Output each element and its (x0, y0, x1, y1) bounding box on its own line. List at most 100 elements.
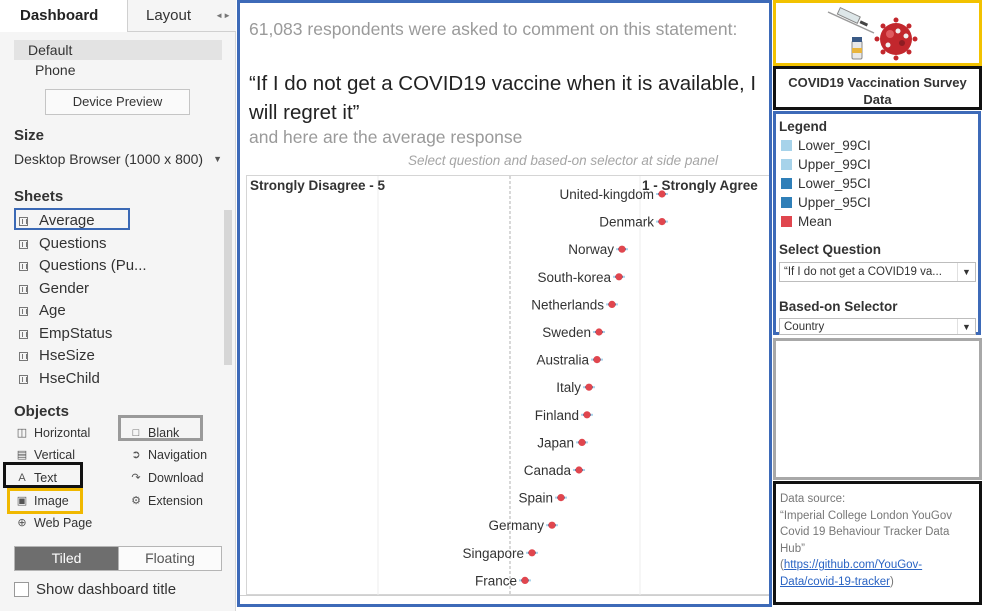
caret-down-icon: ▼ (957, 263, 975, 281)
device-default[interactable]: Default (14, 40, 222, 60)
tab-layout[interactable]: Layout ◄► (128, 0, 236, 32)
panel-tabbar: Dashboard Layout ◄► (0, 0, 236, 32)
sheet-label: HseSize (39, 347, 95, 364)
question-value: “If I do not get a COVID19 va... (784, 266, 942, 278)
legend-swatch (781, 178, 792, 189)
legend-swatch (781, 197, 792, 208)
source-link[interactable]: https://github.com/YouGov-Data/covid-19-… (780, 559, 922, 588)
mean-point (521, 576, 529, 584)
sheet-item-hsesize[interactable]: HseSize (14, 345, 226, 368)
category-label: United-kingdom (559, 187, 654, 202)
legend-item-lower-95ci[interactable]: Lower_95CI (781, 175, 871, 193)
blank-object (773, 338, 982, 480)
tab-layout-label: Layout (146, 7, 192, 24)
sheet-label: Questions (Pu... (39, 257, 147, 274)
legend-item-upper-95ci[interactable]: Upper_95CI (781, 194, 871, 212)
category-label: Norway (568, 242, 614, 257)
device-list: Default Phone (14, 40, 222, 80)
sheet-item-questions[interactable]: Questions (14, 233, 226, 256)
sheet-label: Gender (39, 279, 90, 297)
sheets-list: Average Questions Questions (Pu... Gende… (14, 210, 226, 390)
object-label: Vertical (34, 448, 75, 462)
dashboard-title: COVID19 Vaccination Survey Data (773, 66, 982, 110)
size-dropdown[interactable]: Desktop Browser (1000 x 800) ▼ (14, 149, 224, 169)
object-label: Web Page (34, 516, 93, 530)
object-horizontal[interactable]: ◫ Horizontal (14, 424, 90, 442)
mean-point (658, 190, 666, 198)
highlight-blank (118, 415, 203, 441)
navigation-icon: ➲ (131, 449, 141, 461)
sheet-label: Questions (39, 234, 107, 252)
sheet-item-empstatus[interactable]: EmpStatus (14, 323, 226, 346)
worksheet-icon (19, 307, 28, 316)
legend-item-upper-99ci[interactable]: Upper_99CI (781, 156, 871, 174)
legend-label: Lower_99CI (798, 138, 871, 153)
source-prefix: Data source: (780, 493, 846, 505)
legend-swatch (781, 216, 792, 227)
tab-dashboard[interactable]: Dashboard (0, 0, 128, 32)
mean-point (585, 383, 593, 391)
mean-point (557, 494, 565, 502)
category-label: Denmark (599, 215, 654, 230)
mean-point (548, 521, 556, 529)
legend-item-lower-99ci[interactable]: Lower_99CI (781, 137, 871, 155)
device-phone[interactable]: Phone (14, 60, 222, 80)
category-label: Germany (488, 518, 544, 533)
object-label: Download (148, 471, 204, 485)
sheets-scrollbar[interactable] (224, 210, 232, 365)
horizontal-container-icon: ◫ (16, 427, 28, 439)
category-label: Japan (537, 435, 574, 450)
legend-title: Legend (779, 119, 828, 134)
sheet-item-age[interactable]: Age (14, 300, 226, 323)
source-name: “Imperial College London YouGov Covid 19… (780, 509, 952, 555)
dashboard-side-panel: Dashboard Layout ◄► Default Phone Device… (0, 0, 236, 611)
mean-point (618, 245, 626, 253)
category-label: Italy (556, 380, 581, 395)
floating-button[interactable]: Floating (118, 547, 221, 570)
sheet-item-questions-pu[interactable]: Questions (Pu... (14, 255, 226, 278)
right-axis-label: 1 - Strongly Agree (642, 178, 758, 193)
virus-icon (874, 17, 918, 61)
vial-icon (851, 37, 863, 60)
show-title-label: Show dashboard title (36, 581, 177, 598)
device-preview-button[interactable]: Device Preview (45, 89, 190, 115)
mean-response-chart: Strongly Disagree - 5 1 - Strongly AgreeU… (250, 176, 758, 596)
object-download[interactable]: ↷ Download (128, 469, 204, 487)
question-dropdown[interactable]: “If I do not get a COVID19 va... ▼ (779, 262, 976, 282)
category-label: South-korea (537, 270, 611, 285)
legend-label: Upper_99CI (798, 157, 871, 172)
legend-swatch (781, 140, 792, 151)
based-on-dropdown[interactable]: Country ▼ (779, 318, 976, 335)
worksheet-icon (19, 352, 28, 361)
tiled-button[interactable]: Tiled (15, 547, 118, 570)
highlight-text (3, 462, 83, 488)
object-label: Extension (148, 494, 203, 508)
sheet-item-gender[interactable]: Gender (14, 278, 226, 301)
worksheet-icon (19, 239, 28, 249)
mean-point (528, 549, 536, 557)
mean-point (595, 328, 603, 336)
instruction-text: Select question and based-on selector at… (408, 153, 718, 168)
objects-title: Objects (14, 403, 70, 420)
data-source-text: Data source: “Imperial College London Yo… (773, 481, 982, 605)
category-label: Canada (524, 463, 572, 478)
show-title-checkbox[interactable] (14, 582, 29, 597)
source-close-paren: ) (889, 575, 894, 588)
mean-point (593, 356, 601, 364)
sheet-item-hsechild[interactable]: HseChild (14, 368, 226, 391)
vaccine-image (773, 0, 982, 66)
caret-down-icon: ▼ (213, 154, 222, 164)
layout-toggle: Tiled Floating (14, 546, 222, 571)
object-web-page[interactable]: ⊕ Web Page (14, 514, 92, 532)
legend-item-mean[interactable]: Mean (781, 213, 832, 231)
object-extension[interactable]: ⚙ Extension (128, 492, 203, 510)
sheet-label: EmpStatus (39, 324, 113, 342)
chevron-right-icon[interactable]: ◄► (215, 0, 231, 31)
sheet-label: Age (39, 302, 66, 319)
category-label: France (475, 573, 517, 588)
worksheet-icon (19, 374, 28, 384)
object-navigation[interactable]: ➲ Navigation (128, 446, 207, 464)
worksheet-icon (19, 329, 28, 339)
category-label: Singapore (462, 546, 524, 561)
select-question-label: Select Question (779, 242, 882, 257)
